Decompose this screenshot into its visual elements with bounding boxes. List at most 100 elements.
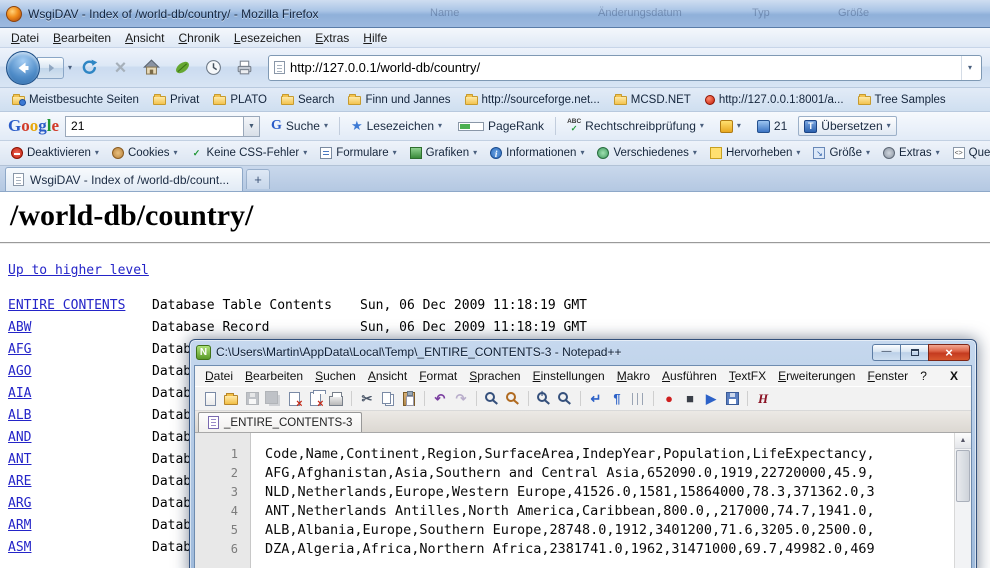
listing-link[interactable]: ASM bbox=[8, 540, 31, 555]
zoom-out-icon[interactable] bbox=[556, 390, 574, 408]
history-dropdown-arrow[interactable] bbox=[68, 64, 72, 72]
webdev-formulare[interactable]: Formulare bbox=[315, 145, 401, 161]
menu-lesezeichen[interactable]: Lesezeichen bbox=[227, 29, 308, 47]
editor[interactable]: 123456 Code,Name,Continent,Region,Surfac… bbox=[195, 433, 971, 568]
listing-link[interactable]: ARM bbox=[8, 518, 31, 533]
close-file-icon[interactable] bbox=[285, 390, 303, 408]
listing-link[interactable]: AIA bbox=[8, 386, 31, 401]
bookmark-http-127-0-0-1-8001-a[interactable]: http://127.0.0.1:8001/a... bbox=[699, 92, 850, 108]
menu-chronik[interactable]: Chronik bbox=[171, 29, 226, 47]
np-menu-item[interactable]: ? bbox=[914, 367, 933, 385]
save-all-icon[interactable] bbox=[264, 390, 282, 408]
copy-icon[interactable] bbox=[379, 390, 397, 408]
browser-tab[interactable]: WsgiDAV - Index of /world-db/count... bbox=[5, 167, 243, 191]
forward-button[interactable] bbox=[37, 57, 64, 79]
webdev-keine-css-fehler[interactable]: Keine CSS-Fehler bbox=[186, 145, 313, 161]
listing-link[interactable]: AGO bbox=[8, 364, 31, 379]
cut-icon[interactable]: ✂ bbox=[358, 390, 376, 408]
word-wrap-icon[interactable]: ↵ bbox=[587, 390, 605, 408]
open-file-icon[interactable] bbox=[222, 390, 240, 408]
listing-link[interactable]: AFG bbox=[8, 342, 31, 357]
translate-button[interactable]: Übersetzen bbox=[798, 116, 896, 136]
up-to-higher-level-link[interactable]: Up to higher level bbox=[8, 263, 149, 278]
url-dropdown-button[interactable] bbox=[961, 56, 978, 80]
np-menu-datei[interactable]: Datei bbox=[199, 367, 239, 385]
google-search-dropdown[interactable] bbox=[243, 117, 259, 136]
undo-icon[interactable]: ↶ bbox=[431, 390, 449, 408]
np-menu-close-x[interactable]: X bbox=[941, 367, 967, 385]
maximize-button[interactable] bbox=[900, 344, 928, 361]
history-clock-button[interactable] bbox=[200, 54, 227, 81]
google-search-button[interactable]: G Suche bbox=[266, 116, 333, 136]
np-menu-erweiterungen[interactable]: Erweiterungen bbox=[772, 367, 861, 385]
autofill-button[interactable] bbox=[715, 118, 746, 135]
replace-icon[interactable] bbox=[504, 390, 522, 408]
zoom-in-icon[interactable] bbox=[535, 390, 553, 408]
bookmark-http-sourceforge-net[interactable]: http://sourceforge.net... bbox=[459, 92, 606, 108]
webdev-cookies[interactable]: Cookies bbox=[107, 145, 183, 161]
webdev-verschiedenes[interactable]: Verschiedenes bbox=[592, 145, 701, 161]
scrollbar-thumb[interactable] bbox=[956, 450, 970, 502]
document-tab[interactable]: _ENTIRE_CONTENTS-3 bbox=[198, 412, 362, 432]
listing-link[interactable]: AND bbox=[8, 430, 31, 445]
bookmark-meistbesuchte-seiten[interactable]: Meistbesuchte Seiten bbox=[6, 92, 145, 108]
stop-macro-icon[interactable]: ■ bbox=[681, 390, 699, 408]
webdev-extras[interactable]: Extras bbox=[878, 145, 945, 161]
close-button[interactable]: × bbox=[928, 344, 970, 361]
np-menu-sprachen[interactable]: Sprachen bbox=[463, 367, 526, 385]
home-button[interactable] bbox=[138, 54, 165, 81]
np-menu-format[interactable]: Format bbox=[413, 367, 463, 385]
bookmark-tree-samples[interactable]: Tree Samples bbox=[852, 92, 952, 108]
reload-button[interactable] bbox=[76, 54, 103, 81]
addon-leaf-button[interactable] bbox=[169, 54, 196, 81]
menu-hilfe[interactable]: Hilfe bbox=[356, 29, 394, 47]
np-menu-einstellungen[interactable]: Einstellungen bbox=[527, 367, 611, 385]
textfx-icon[interactable]: H bbox=[754, 390, 772, 408]
bookmark-privat[interactable]: Privat bbox=[147, 92, 205, 108]
print-icon[interactable] bbox=[327, 390, 345, 408]
minimize-button[interactable]: — bbox=[872, 344, 900, 361]
google-search-input[interactable] bbox=[66, 119, 243, 133]
np-menu-fenster[interactable]: Fenster bbox=[861, 367, 914, 385]
url-input[interactable] bbox=[285, 60, 961, 75]
listing-link[interactable]: ARE bbox=[8, 474, 31, 489]
np-menu-ausf-hren[interactable]: Ausführen bbox=[656, 367, 723, 385]
bookmark-plato[interactable]: PLATO bbox=[207, 92, 273, 108]
new-file-icon[interactable] bbox=[201, 390, 219, 408]
redo-icon[interactable]: ↷ bbox=[452, 390, 470, 408]
menu-extras[interactable]: Extras bbox=[308, 29, 356, 47]
np-menu-suchen[interactable]: Suchen bbox=[309, 367, 362, 385]
indent-guide-icon[interactable] bbox=[629, 390, 647, 408]
spellcheck-button[interactable]: ABC Rechtschreibprüfung bbox=[562, 117, 709, 136]
show-all-chars-icon[interactable]: ¶ bbox=[608, 390, 626, 408]
scroll-up-arrow-icon[interactable] bbox=[955, 433, 971, 449]
webdev-grafiken[interactable]: Grafiken bbox=[405, 145, 482, 161]
bookmark-search[interactable]: Search bbox=[275, 92, 340, 108]
np-menu-textfx[interactable]: TextFX bbox=[723, 367, 772, 385]
bookmark-finn-und-jannes[interactable]: Finn und Jannes bbox=[342, 92, 456, 108]
paste-icon[interactable] bbox=[400, 390, 418, 408]
google-bookmarks-button[interactable]: Lesezeichen bbox=[346, 116, 447, 136]
record-macro-icon[interactable]: ● bbox=[660, 390, 678, 408]
np-menu-ansicht[interactable]: Ansicht bbox=[362, 367, 413, 385]
listing-link[interactable]: ENTIRE CONTENTS bbox=[8, 298, 125, 313]
vertical-scrollbar[interactable] bbox=[954, 433, 971, 568]
stop-button[interactable] bbox=[107, 54, 134, 81]
listing-link[interactable]: ANT bbox=[8, 452, 31, 467]
close-all-icon[interactable] bbox=[306, 390, 324, 408]
menu-datei[interactable]: Datei bbox=[4, 29, 46, 47]
save-macro-icon[interactable] bbox=[723, 390, 741, 408]
print-button[interactable] bbox=[231, 54, 258, 81]
editor-text-area[interactable]: Code,Name,Continent,Region,SurfaceArea,I… bbox=[251, 433, 954, 568]
np-menu-makro[interactable]: Makro bbox=[611, 367, 656, 385]
np-menu-bearbeiten[interactable]: Bearbeiten bbox=[239, 367, 309, 385]
webdev-deaktivieren[interactable]: Deaktivieren bbox=[6, 145, 104, 161]
play-macro-icon[interactable]: ▶ bbox=[702, 390, 720, 408]
back-button[interactable] bbox=[6, 51, 40, 85]
listing-link[interactable]: ABW bbox=[8, 320, 31, 335]
webdev-informationen[interactable]: Informationen bbox=[485, 145, 589, 161]
pagerank-indicator[interactable]: PageRank bbox=[453, 117, 549, 135]
menu-ansicht[interactable]: Ansicht bbox=[118, 29, 171, 47]
new-tab-button[interactable]: + bbox=[246, 169, 270, 189]
save-icon[interactable] bbox=[243, 390, 261, 408]
